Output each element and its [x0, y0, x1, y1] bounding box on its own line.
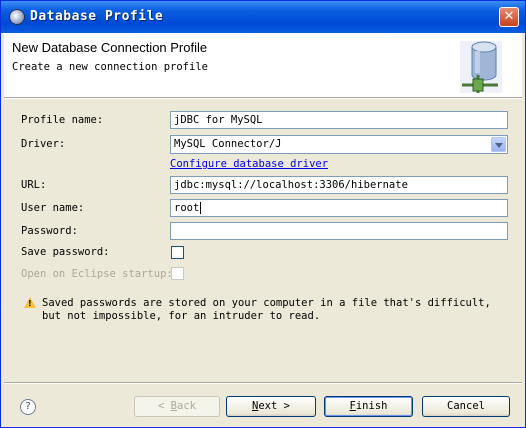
user-name-value: root [174, 202, 200, 214]
back-button-prefix: < [158, 400, 171, 412]
close-icon: ✕ [503, 9, 515, 24]
back-button-suffix: ack [177, 400, 196, 412]
url-input[interactable] [170, 176, 508, 194]
password-input[interactable] [170, 222, 508, 240]
page-description: Create a new connection profile [12, 61, 208, 73]
url-label: URL: [21, 179, 47, 191]
save-password-label: Save password: [21, 246, 110, 258]
configure-driver-link[interactable]: Configure database driver [170, 158, 328, 170]
profile-name-label: Profile name: [21, 114, 104, 126]
chevron-down-icon[interactable] [491, 137, 506, 152]
button-bar-divider [4, 382, 522, 384]
profile-name-input[interactable] [170, 111, 508, 129]
title-bar[interactable]: Database Profile ✕ [1, 1, 525, 33]
cancel-button[interactable]: Cancel [422, 396, 510, 417]
user-name-input[interactable]: root [170, 199, 508, 217]
page-title: New Database Connection Profile [12, 40, 208, 55]
save-password-checkbox[interactable] [171, 246, 184, 259]
driver-select[interactable]: MySQL Connector/J [170, 135, 508, 154]
driver-label: Driver: [21, 138, 66, 150]
user-name-label: User name: [21, 202, 85, 214]
help-icon[interactable]: ? [20, 399, 36, 415]
driver-select-value: MySQL Connector/J [174, 138, 282, 150]
database-profile-dialog: Database Profile ✕ New Database Connecti… [0, 0, 526, 428]
close-button[interactable]: ✕ [499, 7, 519, 27]
text-caret [200, 202, 202, 214]
database-connection-icon [460, 41, 502, 93]
open-on-startup-checkbox[interactable] [171, 267, 184, 280]
window-title: Database Profile [30, 9, 164, 24]
back-button[interactable]: < Back [134, 396, 220, 417]
warning-icon-mark: ! [28, 299, 32, 308]
next-button-suffix: ext > [258, 400, 290, 412]
open-on-startup-label: Open on Eclipse startup: [21, 268, 173, 280]
wizard-header: New Database Connection Profile Create a… [4, 33, 522, 97]
header-divider [4, 97, 522, 99]
app-icon [9, 9, 25, 25]
finish-button[interactable]: Finish [324, 396, 413, 417]
finish-button-suffix: inish [355, 400, 388, 412]
warning-message: Saved passwords are stored on your compu… [42, 297, 491, 322]
password-label: Password: [21, 225, 78, 237]
next-button[interactable]: Next > [226, 396, 316, 417]
